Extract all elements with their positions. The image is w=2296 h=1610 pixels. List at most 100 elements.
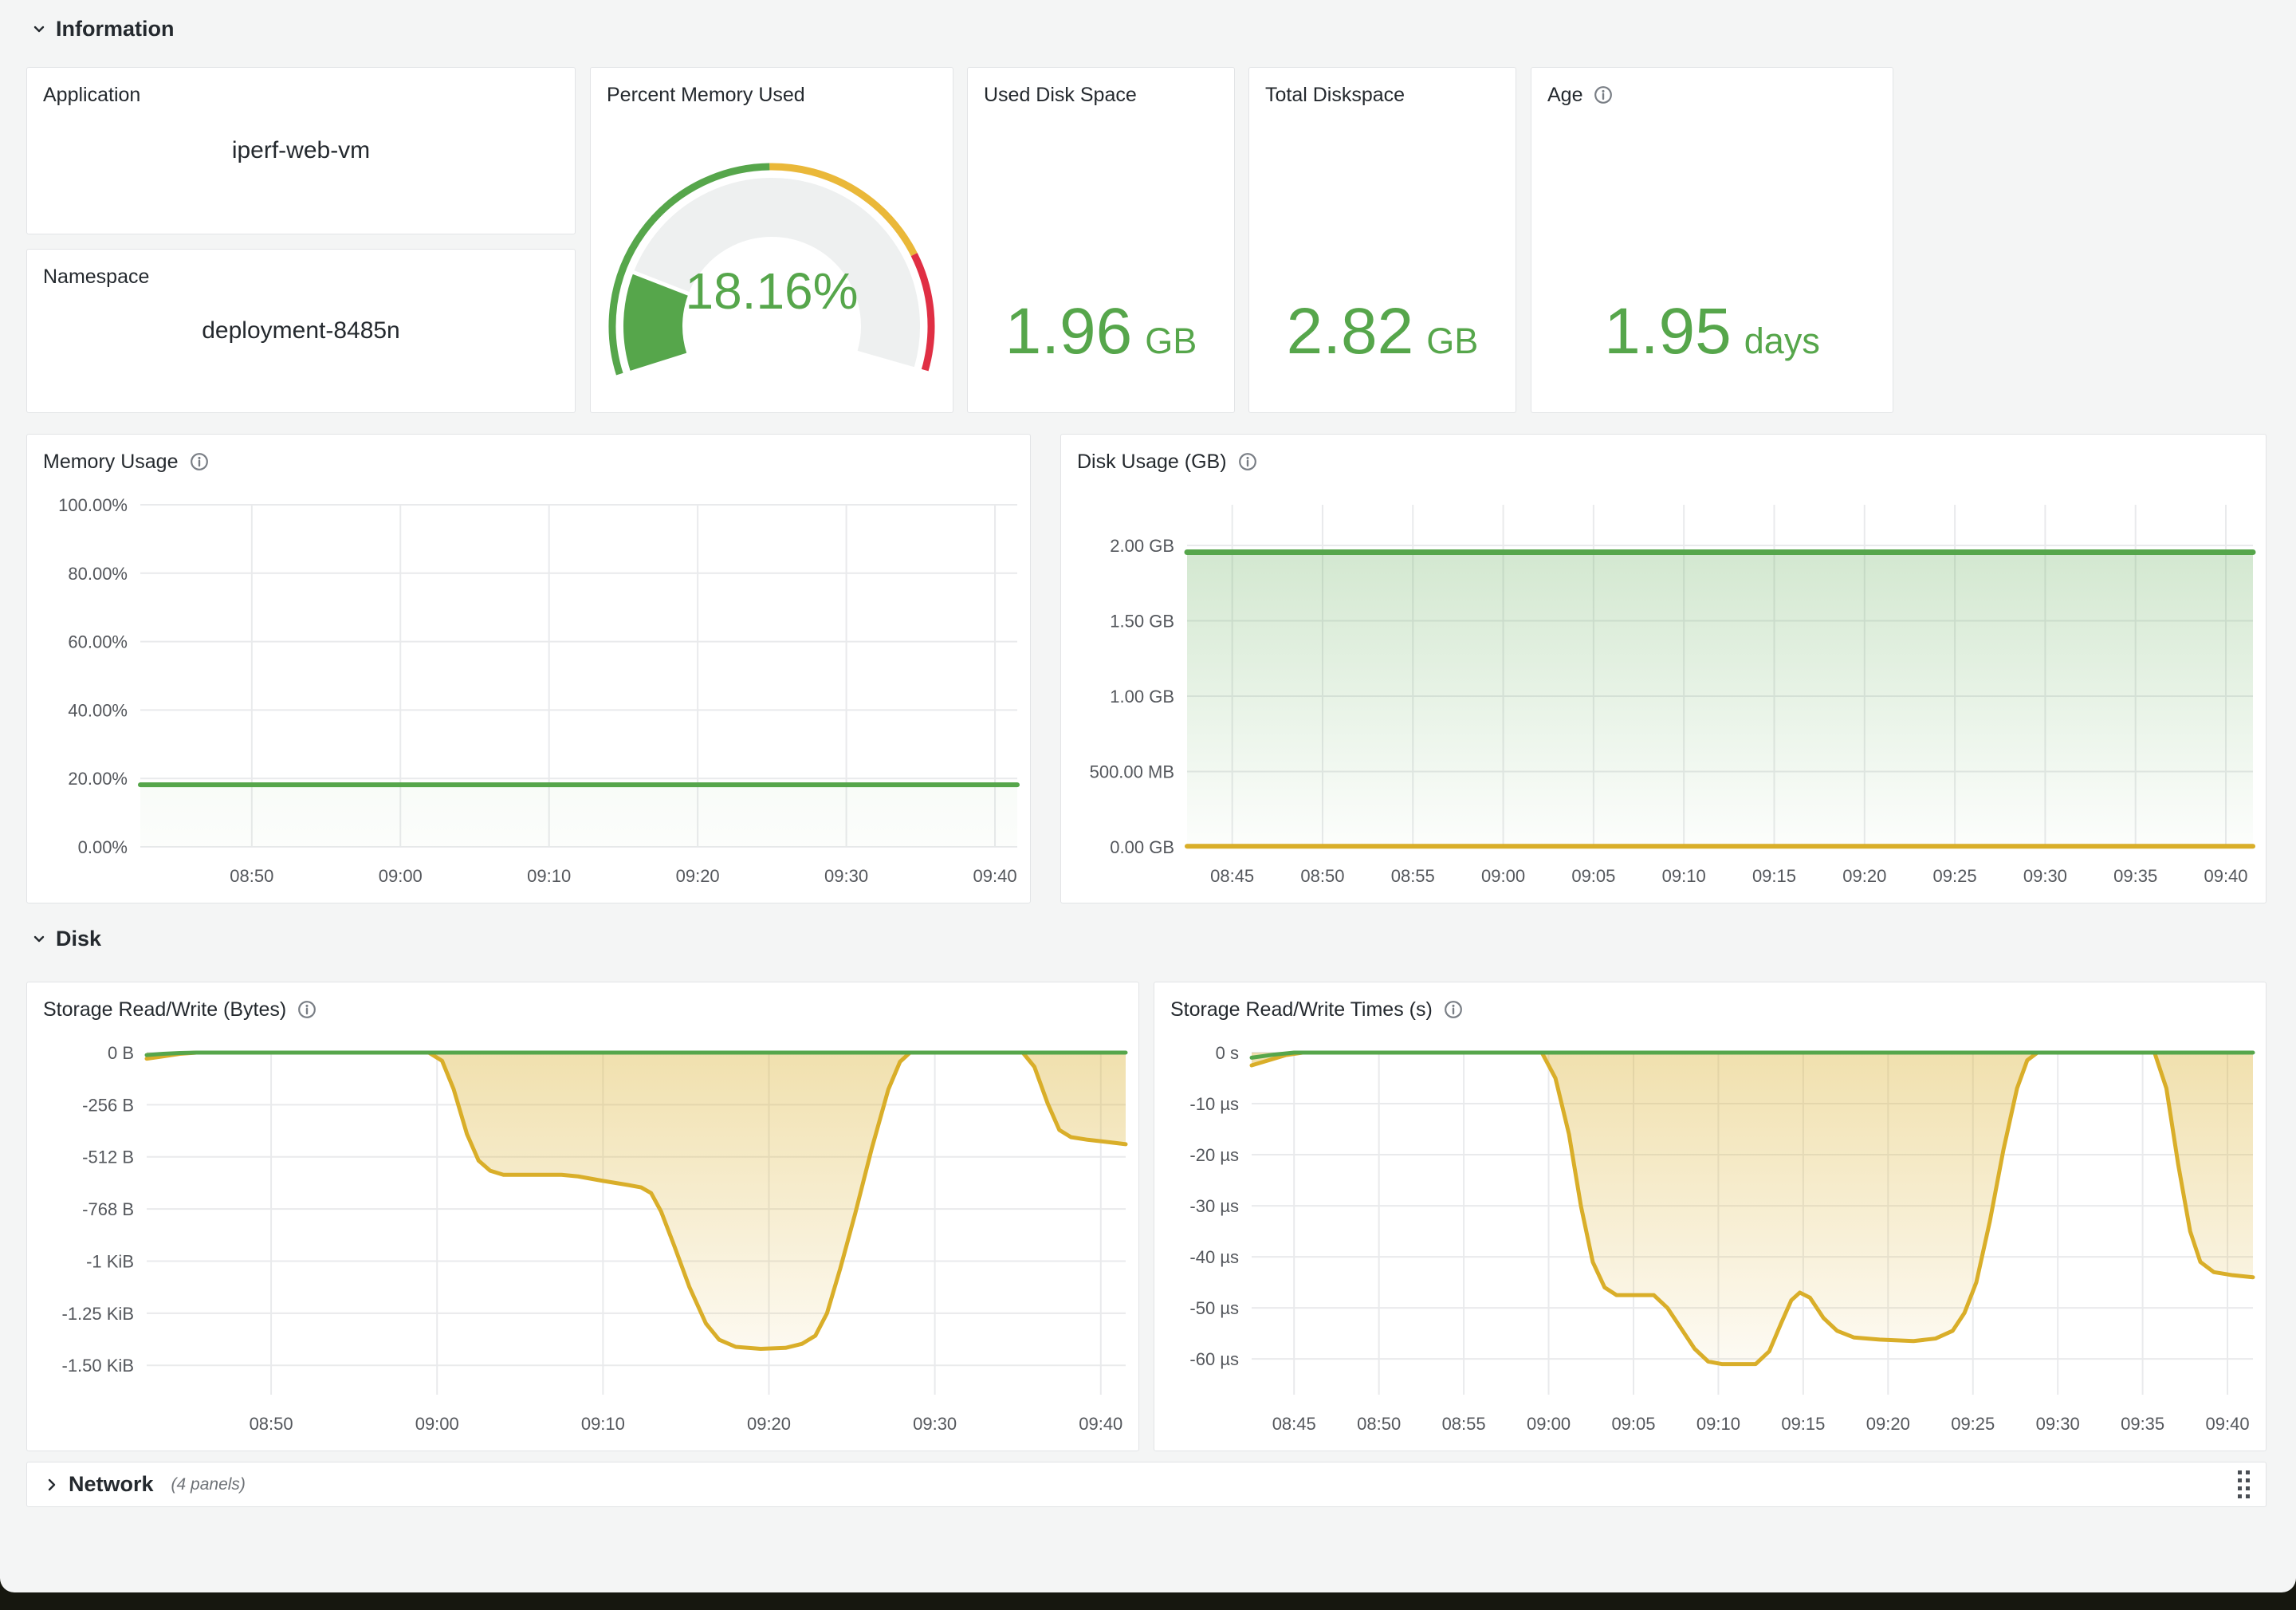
storage-times-chart[interactable]: 08:4508:5008:5509:0009:0509:1009:1509:20… — [1154, 1029, 2266, 1451]
memory-usage-chart[interactable]: 08:5009:0009:1009:2009:3009:400.00%20.00… — [27, 481, 1030, 903]
svg-text:09:15: 09:15 — [1752, 866, 1796, 886]
svg-text:08:50: 08:50 — [230, 866, 273, 886]
stat-unit: GB — [1426, 321, 1478, 362]
info-icon[interactable] — [297, 1000, 316, 1019]
svg-text:2.00 GB: 2.00 GB — [1110, 536, 1174, 556]
svg-text:-256 B: -256 B — [82, 1095, 134, 1115]
panel-count: (4 panels) — [171, 1475, 246, 1494]
section-row-network[interactable]: Network (4 panels) — [26, 1462, 2267, 1507]
svg-text:09:30: 09:30 — [824, 866, 868, 886]
info-icon[interactable] — [190, 452, 209, 471]
svg-text:1.00 GB: 1.00 GB — [1110, 687, 1174, 707]
svg-text:0 B: 0 B — [108, 1043, 134, 1063]
svg-text:08:45: 08:45 — [1272, 1414, 1316, 1434]
panel-percent-memory-used: Percent Memory Used 18.16% — [590, 67, 953, 413]
panel-title-label: Storage Read/Write (Bytes) — [43, 998, 286, 1022]
section-row-information[interactable]: Information — [30, 11, 175, 46]
section-label: Network — [69, 1472, 154, 1497]
svg-text:-512 B: -512 B — [82, 1147, 134, 1167]
svg-text:09:35: 09:35 — [2121, 1414, 2164, 1434]
info-icon[interactable] — [1444, 1000, 1463, 1019]
svg-text:09:05: 09:05 — [1571, 866, 1615, 886]
svg-text:-1 KiB: -1 KiB — [86, 1251, 134, 1271]
panel-title-label: Percent Memory Used — [607, 84, 805, 107]
svg-text:09:00: 09:00 — [379, 866, 423, 886]
storage-bytes-chart[interactable]: 08:50 09:00 09:10 09:20 09:30 09:40 0 B -256 B -… — [27, 1029, 1138, 1451]
panel-title[interactable]: Used Disk Space — [968, 68, 1234, 114]
stat-unit: days — [1744, 321, 1820, 362]
panel-title-label: Storage Read/Write Times (s) — [1170, 998, 1433, 1022]
used-disk-value: 1.96 GB — [968, 288, 1234, 376]
age-value: 1.95 days — [1531, 288, 1893, 376]
panel-title-label: Total Diskspace — [1265, 84, 1405, 107]
panel-title[interactable]: Memory Usage — [27, 435, 1030, 481]
svg-text:08:55: 08:55 — [1442, 1414, 1486, 1434]
section-row-disk[interactable]: Disk — [30, 921, 101, 956]
svg-text:09:20: 09:20 — [1842, 866, 1886, 886]
svg-text:-1.50 KiB: -1.50 KiB — [62, 1356, 135, 1376]
svg-text:09:30: 09:30 — [913, 1414, 957, 1434]
svg-text:-20 µs: -20 µs — [1189, 1145, 1239, 1165]
namespace-value: deployment-8485n — [27, 250, 575, 412]
stat-number: 1.95 — [1604, 288, 1732, 376]
svg-text:-10 µs: -10 µs — [1189, 1094, 1239, 1114]
svg-text:500.00 MB: 500.00 MB — [1090, 762, 1174, 782]
application-value: iperf-web-vm — [27, 68, 575, 234]
panel-title[interactable]: Storage Read/Write (Bytes) — [27, 982, 1138, 1029]
svg-text:09:30: 09:30 — [2023, 866, 2067, 886]
svg-text:09:20: 09:20 — [747, 1414, 791, 1434]
panel-title[interactable]: Total Diskspace — [1249, 68, 1516, 114]
svg-text:09:05: 09:05 — [1611, 1414, 1655, 1434]
svg-text:08:50: 08:50 — [250, 1414, 293, 1434]
total-disk-value: 2.82 GB — [1249, 288, 1516, 376]
svg-text:-768 B: -768 B — [82, 1199, 134, 1219]
svg-text:-60 µs: -60 µs — [1189, 1349, 1239, 1369]
svg-text:-40 µs: -40 µs — [1189, 1247, 1239, 1267]
panel-title-label: Memory Usage — [43, 451, 179, 474]
svg-text:09:40: 09:40 — [2204, 866, 2247, 886]
svg-text:09:20: 09:20 — [676, 866, 720, 886]
svg-text:08:55: 08:55 — [1391, 866, 1435, 886]
stat-number: 2.82 — [1287, 288, 1414, 376]
panel-title-label: Disk Usage (GB) — [1077, 451, 1227, 474]
svg-text:-1.25 KiB: -1.25 KiB — [62, 1304, 135, 1324]
svg-text:09:10: 09:10 — [581, 1414, 625, 1434]
panel-total-diskspace: Total Diskspace 2.82 GB — [1248, 67, 1516, 413]
svg-text:09:40: 09:40 — [1079, 1414, 1122, 1434]
svg-text:40.00%: 40.00% — [68, 700, 128, 720]
svg-text:09:00: 09:00 — [1527, 1414, 1571, 1434]
svg-text:-30 µs: -30 µs — [1189, 1196, 1239, 1216]
svg-text:09:10: 09:10 — [1696, 1414, 1740, 1434]
svg-text:08:50: 08:50 — [1357, 1414, 1401, 1434]
svg-text:09:10: 09:10 — [1662, 866, 1706, 886]
panel-title-label: Used Disk Space — [984, 84, 1137, 107]
svg-text:09:10: 09:10 — [527, 866, 571, 886]
panel-title[interactable]: Disk Usage (GB) — [1061, 435, 2266, 481]
svg-text:09:25: 09:25 — [1933, 866, 1977, 886]
grafana-dashboard: Information Application iperf-web-vm Nam… — [0, 0, 2296, 1592]
panel-title[interactable]: Percent Memory Used — [591, 68, 953, 114]
svg-text:09:00: 09:00 — [415, 1414, 459, 1434]
svg-text:0.00%: 0.00% — [78, 837, 128, 857]
panel-disk-usage: Disk Usage (GB) 08:4508:5008:5509:0009:0… — [1060, 434, 2267, 903]
chevron-down-icon — [30, 20, 48, 37]
svg-text:0 s: 0 s — [1216, 1043, 1239, 1063]
panel-age: Age 1.95 days — [1531, 67, 1893, 413]
svg-text:09:20: 09:20 — [1866, 1414, 1910, 1434]
panel-used-disk-space: Used Disk Space 1.96 GB — [967, 67, 1235, 413]
svg-text:09:35: 09:35 — [2113, 866, 2157, 886]
svg-text:1.50 GB: 1.50 GB — [1110, 612, 1174, 632]
chevron-down-icon — [30, 930, 48, 947]
section-label: Disk — [56, 927, 101, 951]
svg-text:09:40: 09:40 — [2206, 1414, 2250, 1434]
panel-title[interactable]: Storage Read/Write Times (s) — [1154, 982, 2266, 1029]
svg-text:60.00%: 60.00% — [68, 632, 128, 652]
info-icon[interactable] — [1594, 85, 1613, 104]
panel-title[interactable]: Age — [1531, 68, 1893, 114]
disk-usage-chart[interactable]: 08:4508:5008:5509:0009:0509:1009:1509:20… — [1061, 481, 2266, 903]
stat-number: 1.96 — [1005, 288, 1133, 376]
panel-title-label: Age — [1547, 84, 1582, 107]
info-icon[interactable] — [1238, 452, 1257, 471]
drag-handle-icon[interactable] — [2238, 1470, 2250, 1498]
svg-text:08:50: 08:50 — [1300, 866, 1344, 886]
